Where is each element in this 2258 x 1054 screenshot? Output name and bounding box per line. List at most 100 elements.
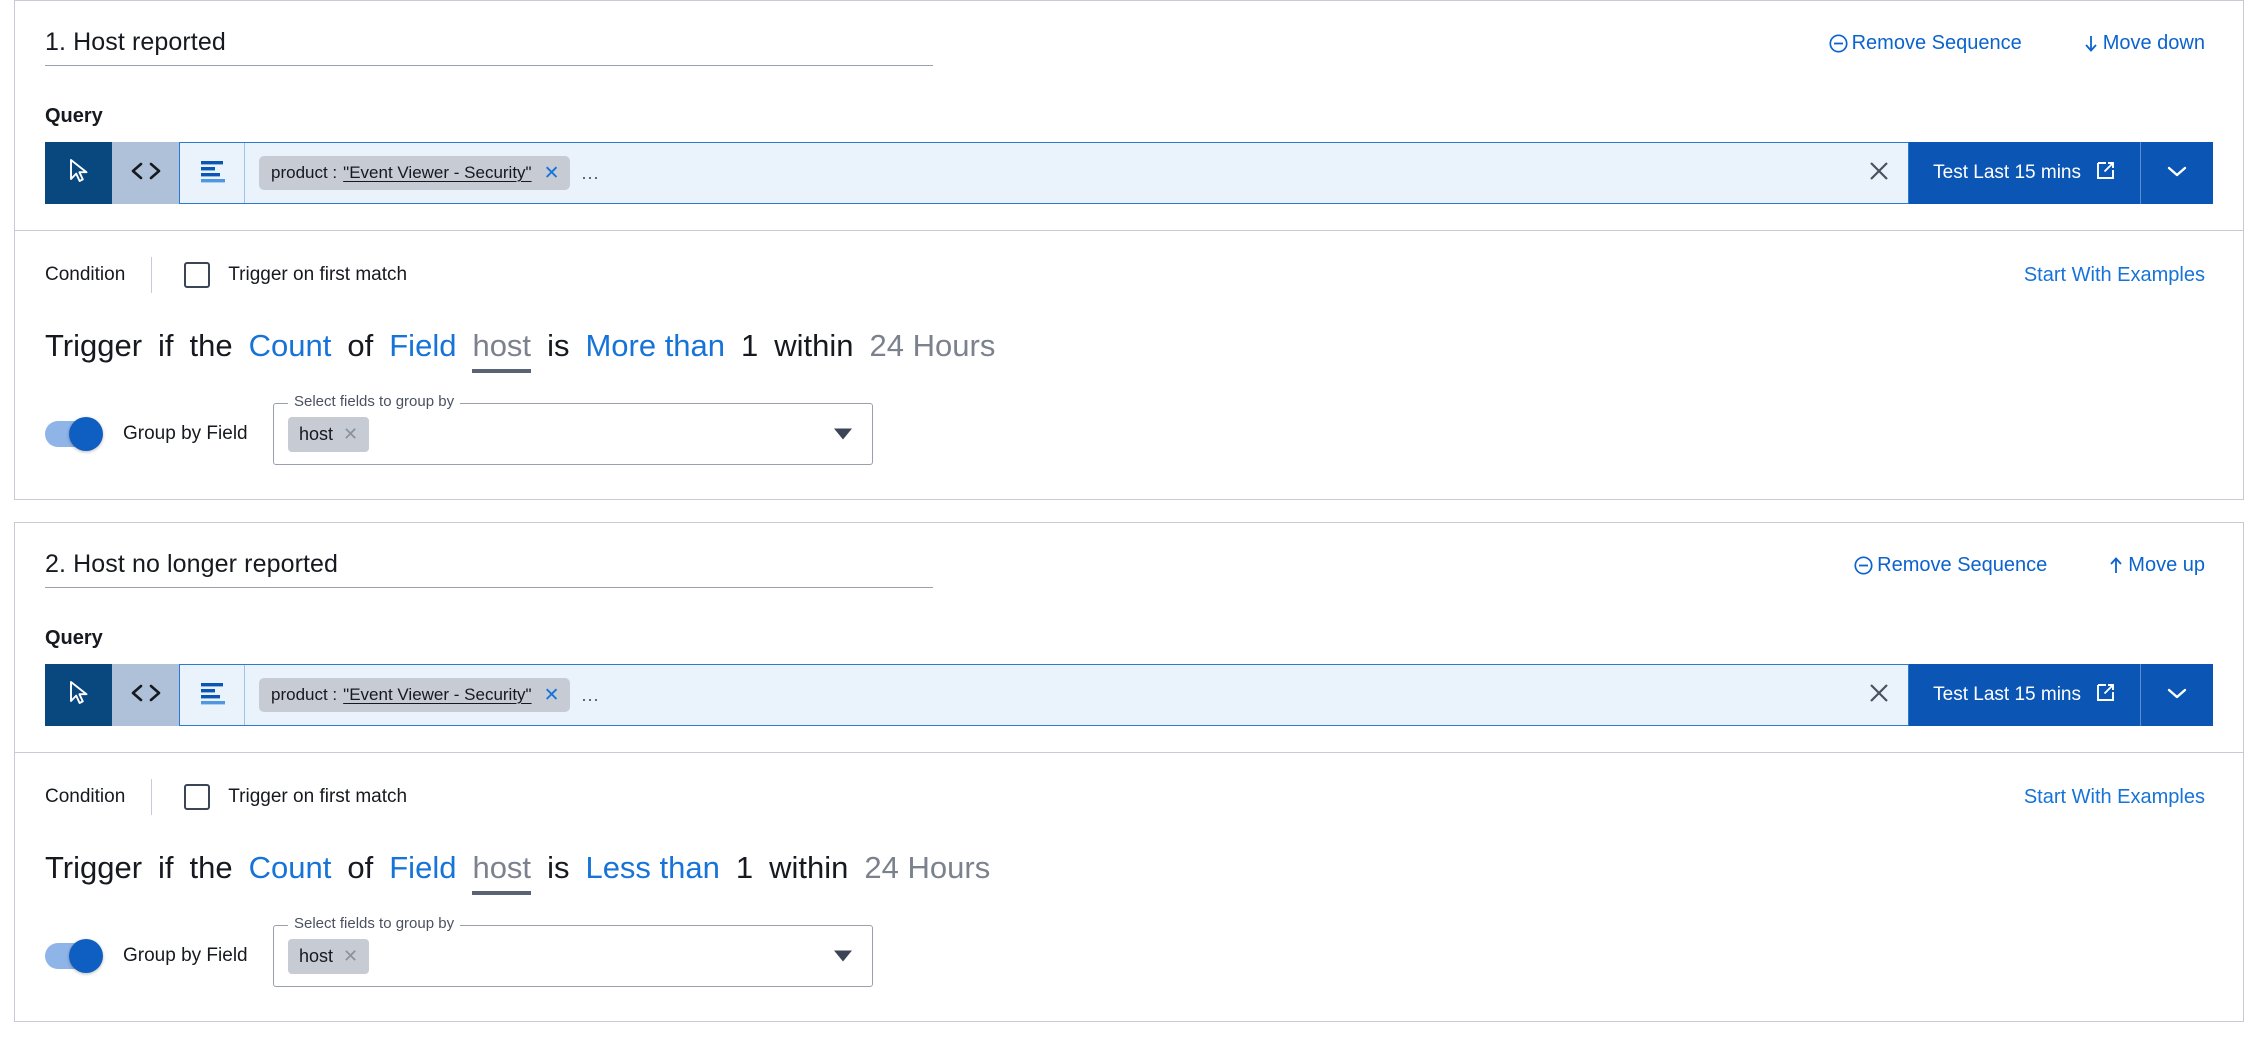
sentence-trigger-word-2: Trigger xyxy=(45,850,143,885)
group-by-field-select-1[interactable]: Select fields to group by host ✕ xyxy=(273,394,873,465)
remove-sequence-label-1: Remove Sequence xyxy=(1851,32,2022,54)
group-by-row-1: Group by Field Select fields to group by… xyxy=(45,394,2213,465)
group-by-toggle-2[interactable] xyxy=(45,939,103,973)
operator-selector-2[interactable]: Less than xyxy=(585,849,719,887)
remove-sequence-button-1[interactable]: Remove Sequence xyxy=(1828,31,2022,55)
sentence-within-word-2: within xyxy=(769,850,849,885)
sentence-the-word-2: the xyxy=(189,850,233,885)
test-query-button-2[interactable]: Test Last 15 mins xyxy=(1909,664,2141,726)
query-format-button-2[interactable] xyxy=(180,665,245,725)
close-x-icon[interactable]: ✕ xyxy=(544,164,560,183)
test-query-label-2: Test Last 15 mins xyxy=(1933,684,2081,705)
query-filter-chip-1[interactable]: product : "Event Viewer - Security" ✕ xyxy=(259,156,570,190)
caret-down-icon[interactable] xyxy=(834,950,852,962)
sequence-header-2: 2. Host no longer reported Remove Sequen… xyxy=(45,549,2213,588)
close-x-icon[interactable]: ✕ xyxy=(343,947,358,965)
group-by-chip-label-1: host xyxy=(299,423,334,444)
external-link-icon xyxy=(2095,160,2116,187)
group-by-row-2: Group by Field Select fields to group by… xyxy=(45,916,2213,987)
cursor-arrow-icon xyxy=(66,679,92,712)
trigger-first-match-checkbox-2[interactable] xyxy=(184,784,211,810)
group-by-chip-2[interactable]: host ✕ xyxy=(288,938,370,974)
query-clear-button-1[interactable] xyxy=(1850,143,1908,203)
code-brackets-icon xyxy=(129,681,163,710)
query-chip-key-1: product : xyxy=(271,163,338,182)
field-type-selector-1[interactable]: Field xyxy=(389,327,456,365)
sentence-trigger-word-1: Trigger xyxy=(45,328,143,363)
sentence-of-word-1: of xyxy=(347,328,374,363)
test-query-label-1: Test Last 15 mins xyxy=(1933,162,2081,183)
query-mode-visual-button-1[interactable] xyxy=(45,142,112,204)
close-x-icon xyxy=(1867,159,1891,188)
sequence-title-field-2[interactable]: 2. Host no longer reported xyxy=(45,549,933,588)
trigger-first-match-label-2: Trigger on first match xyxy=(228,786,408,807)
query-label-2: Query xyxy=(45,627,103,649)
sentence-if-word-1: if xyxy=(158,328,174,363)
chevron-down-icon xyxy=(2166,686,2188,705)
aggregate-selector-2[interactable]: Count xyxy=(249,849,332,887)
query-format-button-1[interactable] xyxy=(180,143,245,203)
query-clear-button-2[interactable] xyxy=(1850,665,1908,725)
field-type-selector-2[interactable]: Field xyxy=(389,849,456,887)
close-x-icon[interactable]: ✕ xyxy=(343,425,358,443)
start-with-examples-link-2[interactable]: Start With Examples xyxy=(2024,786,2213,809)
move-down-button-1[interactable]: Move down xyxy=(2082,31,2205,55)
rule-builder-page: 1. Host reported Remove Sequence Move do… xyxy=(0,0,2258,1022)
condition-section-1: Condition Trigger on first match Start W… xyxy=(15,230,2243,499)
trigger-first-match-checkbox-1[interactable] xyxy=(184,262,211,288)
query-tokens-2[interactable]: product : "Event Viewer - Security" ✕ ..… xyxy=(245,665,1850,725)
move-up-button-2[interactable]: Move up xyxy=(2107,553,2205,577)
query-filter-chip-2[interactable]: product : "Event Viewer - Security" ✕ xyxy=(259,678,570,712)
close-x-icon xyxy=(1867,681,1891,710)
sequence-top-1: 1. Host reported Remove Sequence Move do… xyxy=(15,1,2243,230)
threshold-value-input-1[interactable]: 1 xyxy=(741,327,758,365)
sequence-title-field-1[interactable]: 1. Host reported xyxy=(45,27,933,66)
sentence-of-word-2: of xyxy=(347,850,374,885)
timeframe-selector-1[interactable]: 24 Hours xyxy=(870,327,996,365)
sequence-title-2: 2. Host no longer reported xyxy=(45,550,339,578)
query-label-1: Query xyxy=(45,105,103,127)
query-more-placeholder-1[interactable]: ... xyxy=(582,163,600,184)
group-by-label-1: Group by Field xyxy=(123,423,248,444)
timeframe-selector-2[interactable]: 24 Hours xyxy=(864,849,990,887)
chevron-down-icon xyxy=(2166,164,2188,183)
field-name-input-2[interactable]: host xyxy=(472,849,532,895)
caret-down-icon[interactable] xyxy=(834,428,852,440)
query-mode-code-button-2[interactable] xyxy=(112,664,179,726)
remove-sequence-button-2[interactable]: Remove Sequence xyxy=(1853,553,2047,577)
trigger-sentence-1: Trigger if the Count of Field host is Mo… xyxy=(45,327,2213,373)
sentence-if-word-2: if xyxy=(158,850,174,885)
query-more-placeholder-2[interactable]: ... xyxy=(582,685,600,706)
condition-label-1: Condition xyxy=(45,264,126,285)
close-x-icon[interactable]: ✕ xyxy=(544,686,560,705)
threshold-value-input-2[interactable]: 1 xyxy=(736,849,753,887)
condition-label-2: Condition xyxy=(45,786,126,807)
toggle-knob xyxy=(69,417,103,451)
query-mode-visual-button-2[interactable] xyxy=(45,664,112,726)
group-by-toggle-1[interactable] xyxy=(45,417,103,451)
sentence-is-word-1: is xyxy=(547,328,570,363)
query-tokens-1[interactable]: product : "Event Viewer - Security" ✕ ..… xyxy=(245,143,1850,203)
test-query-options-button-2[interactable] xyxy=(2141,664,2213,726)
query-input-box-1[interactable]: product : "Event Viewer - Security" ✕ ..… xyxy=(179,142,1910,204)
sequence-actions-1: Remove Sequence Move down xyxy=(1828,27,2213,55)
group-by-chip-1[interactable]: host ✕ xyxy=(288,416,370,452)
group-by-field-legend-1: Select fields to group by xyxy=(288,394,461,410)
query-mode-code-button-1[interactable] xyxy=(112,142,179,204)
arrow-down-icon xyxy=(2082,33,2100,54)
divider xyxy=(151,779,153,815)
condition-header-1: Condition Trigger on first match Start W… xyxy=(45,257,2213,293)
cursor-arrow-icon xyxy=(66,157,92,190)
group-by-field-select-2[interactable]: Select fields to group by host ✕ xyxy=(273,916,873,987)
test-query-button-1[interactable]: Test Last 15 mins xyxy=(1909,142,2141,204)
sentence-is-word-2: is xyxy=(547,850,570,885)
start-with-examples-link-1[interactable]: Start With Examples xyxy=(2024,264,2213,287)
sentence-within-word-1: within xyxy=(774,328,854,363)
sequence-header-1: 1. Host reported Remove Sequence Move do… xyxy=(45,27,2213,66)
field-name-input-1[interactable]: host xyxy=(472,327,532,373)
test-query-options-button-1[interactable] xyxy=(2141,142,2213,204)
query-input-box-2[interactable]: product : "Event Viewer - Security" ✕ ..… xyxy=(179,664,1910,726)
aggregate-selector-1[interactable]: Count xyxy=(249,327,332,365)
operator-selector-1[interactable]: More than xyxy=(585,327,725,365)
query-chip-value-2: "Event Viewer - Security" xyxy=(343,685,532,704)
